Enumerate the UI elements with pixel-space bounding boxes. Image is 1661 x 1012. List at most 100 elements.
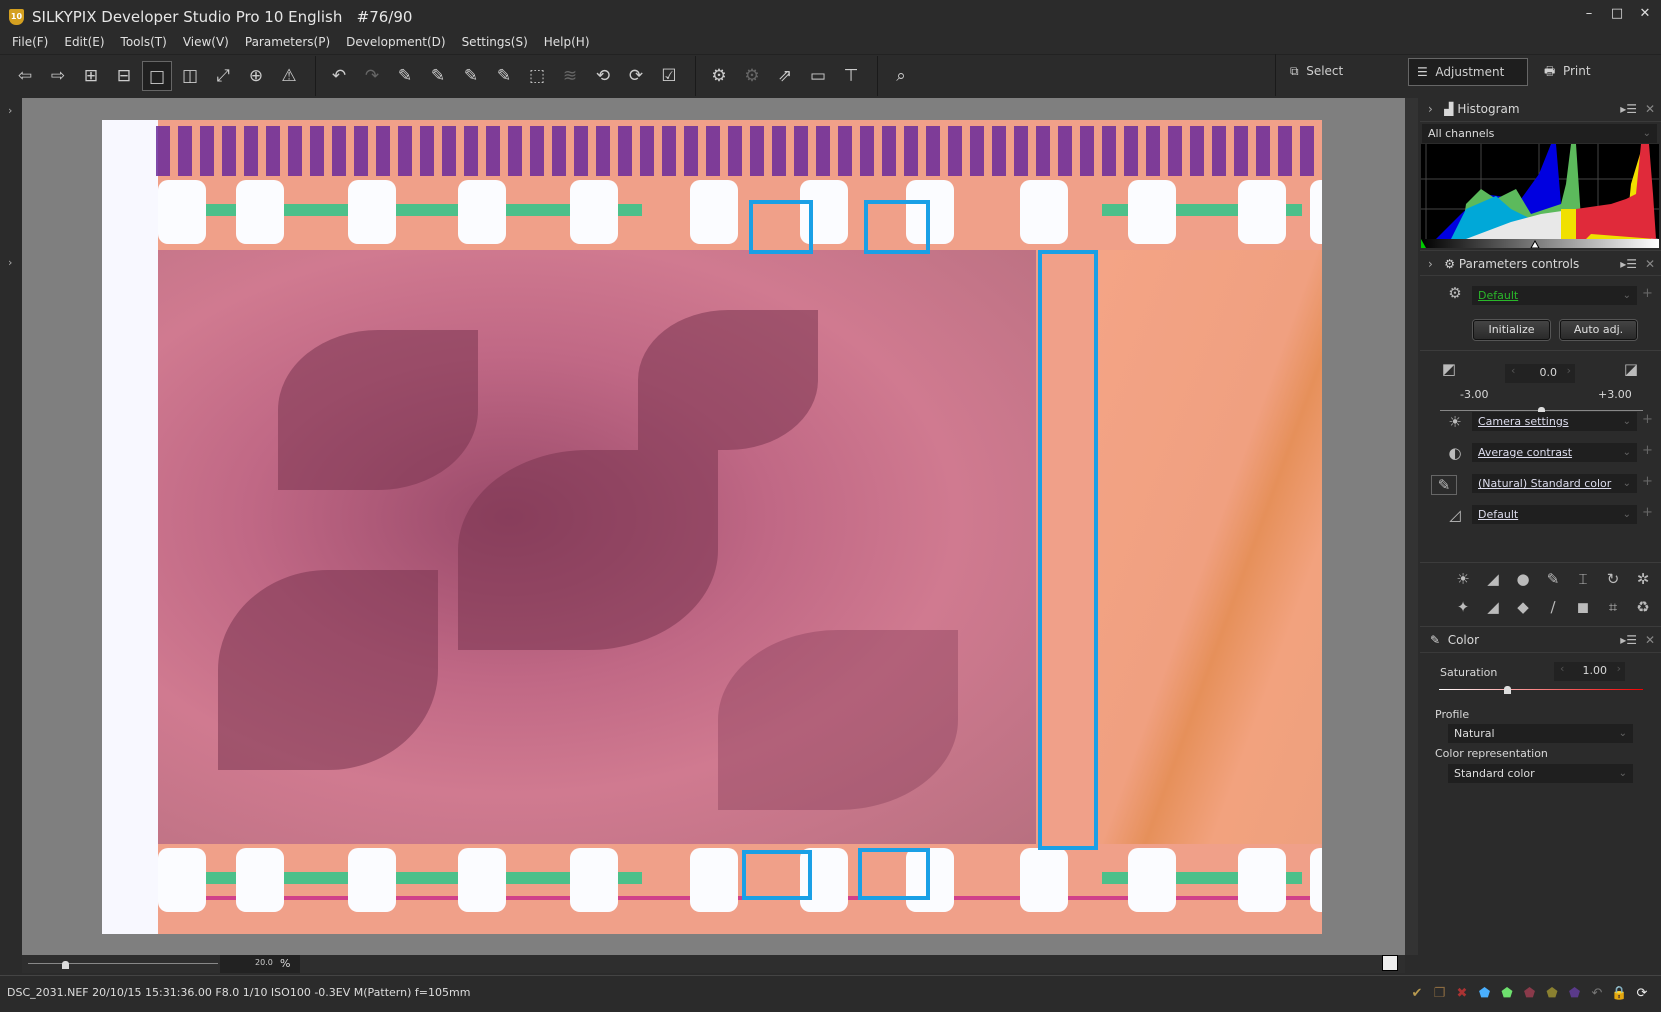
copy-icon[interactable]: ❐ <box>1431 986 1449 1001</box>
add-icon[interactable]: + <box>1642 286 1653 301</box>
menu-edit[interactable]: Edit(E) <box>64 32 104 52</box>
composite-tool-icon[interactable]: ◼ <box>1568 598 1598 626</box>
develop-batch-icon[interactable]: ✎ <box>456 61 486 91</box>
white-balance-icon[interactable]: ☀ <box>1444 413 1466 431</box>
navigator-icon[interactable] <box>1382 955 1398 971</box>
auto-exposure-icon[interactable]: ◪ <box>1620 360 1642 378</box>
thumbnail-grid-icon[interactable]: ⊞ <box>76 61 106 91</box>
grid-overlay-icon[interactable]: ⊕ <box>241 61 271 91</box>
prev-photo-icon[interactable]: ⇦ <box>10 61 40 91</box>
recycle-tool-icon[interactable]: ♻ <box>1628 598 1658 626</box>
redo-icon[interactable]: ↷ <box>357 61 387 91</box>
export-icon[interactable]: ⇗ <box>770 61 800 91</box>
hammer-icon[interactable]: ⊤ <box>836 61 866 91</box>
maximize-button[interactable]: □ <box>1606 6 1628 21</box>
fullscreen-icon[interactable]: ⤢ <box>208 61 238 91</box>
saturation-slider[interactable] <box>1439 689 1643 690</box>
color-icon[interactable]: ✎ <box>1431 475 1457 495</box>
add-icon[interactable]: + <box>1642 505 1653 520</box>
lens-tool-icon[interactable]: ⌶ <box>1568 570 1598 598</box>
minimize-button[interactable]: – <box>1578 6 1600 21</box>
tag-green-icon[interactable]: ⬟ <box>1498 986 1516 1001</box>
close-button[interactable]: ✕ <box>1634 6 1656 21</box>
menu-settings[interactable]: Settings(S) <box>462 32 528 52</box>
transform-points-icon[interactable]: ⬚ <box>522 61 552 91</box>
menu-help[interactable]: Help(H) <box>544 32 590 52</box>
histogram-channel-select[interactable]: All channels ⌄ <box>1422 124 1657 143</box>
panel-menu-icon[interactable]: ▸☰ <box>1620 251 1637 277</box>
develop-paste-icon[interactable]: ✎ <box>390 61 420 91</box>
menu-parameters[interactable]: Parameters(P) <box>245 32 330 52</box>
parameter-select[interactable]: Average contrast ⌄ <box>1472 443 1637 462</box>
tag-blue-icon[interactable]: ⬟ <box>1476 986 1494 1001</box>
menu-view[interactable]: View(V) <box>183 32 229 52</box>
highlight-tool-icon[interactable]: ☀ <box>1448 570 1478 598</box>
parameter-preset-select[interactable]: Default ⌄ <box>1472 286 1637 305</box>
reject-icon[interactable]: ✖ <box>1453 986 1471 1001</box>
parameters-header[interactable]: › ⚙ Parameters controls ▸☰ ✕ <box>1420 250 1661 276</box>
profile-select[interactable]: Natural ⌄ <box>1448 724 1633 743</box>
develop-tone-icon[interactable]: ✎ <box>489 61 519 91</box>
saturation-field[interactable]: ‹ 1.00 › <box>1554 662 1625 681</box>
mode-adjustment-button[interactable]: ☰ Adjustment <box>1408 58 1528 86</box>
tag-red-icon[interactable]: ⬟ <box>1521 986 1539 1001</box>
auto-adjust-button[interactable]: Auto adj. <box>1560 320 1637 340</box>
dodge-tool-icon[interactable]: ✦ <box>1448 598 1478 626</box>
menu-file[interactable]: File(F) <box>12 32 48 52</box>
parameter-select[interactable]: Default ⌄ <box>1472 505 1637 524</box>
develop-options-tool-icon[interactable]: ✲ <box>1628 570 1658 598</box>
close-icon[interactable]: ✕ <box>1645 627 1655 653</box>
brush-tool-icon[interactable]: ∕ <box>1538 598 1568 626</box>
mode-select-button[interactable]: ⧉ Select <box>1282 58 1392 86</box>
check-icon[interactable]: ☑ <box>654 61 684 91</box>
layers-icon[interactable]: ≋ <box>555 61 585 91</box>
revert-icon[interactable]: ↶ <box>1588 986 1606 1001</box>
image-viewer[interactable] <box>22 98 1405 955</box>
close-icon[interactable]: ✕ <box>1645 251 1655 277</box>
expand-left-icon[interactable]: › <box>8 256 12 269</box>
menu-development[interactable]: Development(D) <box>346 32 445 52</box>
exposure-field[interactable]: ‹ 0.0 › <box>1505 364 1575 383</box>
develop-settings-icon[interactable]: ⚙ <box>704 61 734 91</box>
close-icon[interactable]: ✕ <box>1645 96 1655 122</box>
parameter-select[interactable]: Camera settings ⌄ <box>1472 412 1637 431</box>
compare-view-icon[interactable]: ◫ <box>175 61 205 91</box>
single-view-icon[interactable]: □ <box>142 60 172 91</box>
lock-icon[interactable]: 🔒 <box>1611 986 1629 1001</box>
add-icon[interactable]: + <box>1642 443 1653 458</box>
saturation-slider-handle[interactable] <box>1504 686 1511 694</box>
zoom-slider[interactable] <box>28 963 218 964</box>
color-representation-select[interactable]: Standard color ⌄ <box>1448 764 1633 783</box>
color-header[interactable]: ✎ Color ▸☰ ✕ <box>1420 627 1661 653</box>
add-icon[interactable]: + <box>1642 474 1653 489</box>
gear-icon[interactable]: ⚙ <box>1444 284 1466 302</box>
warning-icon[interactable]: ⚠ <box>274 61 304 91</box>
contrast-icon[interactable]: ◐ <box>1444 444 1466 462</box>
noise-tool-icon[interactable]: ● <box>1508 570 1538 598</box>
mode-print-button[interactable]: 🖶 Print <box>1536 58 1646 86</box>
rotate-tool-icon[interactable]: ↻ <box>1598 570 1628 598</box>
tag-yellow-icon[interactable]: ⬟ <box>1543 986 1561 1001</box>
rotate-right-icon[interactable]: ⟳ <box>621 61 651 91</box>
thumbnail-strip-icon[interactable]: ⊟ <box>109 61 139 91</box>
zoom-slider-handle[interactable] <box>62 961 69 969</box>
tone-curve-tool-icon[interactable]: ◢ <box>1478 570 1508 598</box>
add-icon[interactable]: + <box>1642 412 1653 427</box>
next-photo-icon[interactable]: ⇨ <box>43 61 73 91</box>
undo-icon[interactable]: ↶ <box>324 61 354 91</box>
sync-icon[interactable]: ⟳ <box>1633 986 1651 1001</box>
panel-menu-icon[interactable]: ▸☰ <box>1620 627 1637 653</box>
color-tool-tool-icon[interactable]: ✎ <box>1538 570 1568 598</box>
loupe-icon[interactable]: ⌕ <box>886 61 916 91</box>
rotate-left-icon[interactable]: ⟲ <box>588 61 618 91</box>
develop-settings-dim-icon[interactable]: ⚙ <box>737 61 767 91</box>
gradation-tool-icon[interactable]: ◢ <box>1478 598 1508 626</box>
menu-tools[interactable]: Tools(T) <box>121 32 167 52</box>
display-icon[interactable]: ▭ <box>803 61 833 91</box>
expand-left-icon[interactable]: › <box>8 104 12 117</box>
tag-purple-icon[interactable]: ⬟ <box>1566 986 1584 1001</box>
parameter-select[interactable]: (Natural) Standard color ⌄ <box>1472 474 1637 493</box>
histogram-header[interactable]: › ▟ Histogram ▸☰ ✕ <box>1420 96 1661 122</box>
initialize-button[interactable]: Initialize <box>1473 320 1550 340</box>
crop-tool-icon[interactable]: ⌗ <box>1598 598 1628 626</box>
